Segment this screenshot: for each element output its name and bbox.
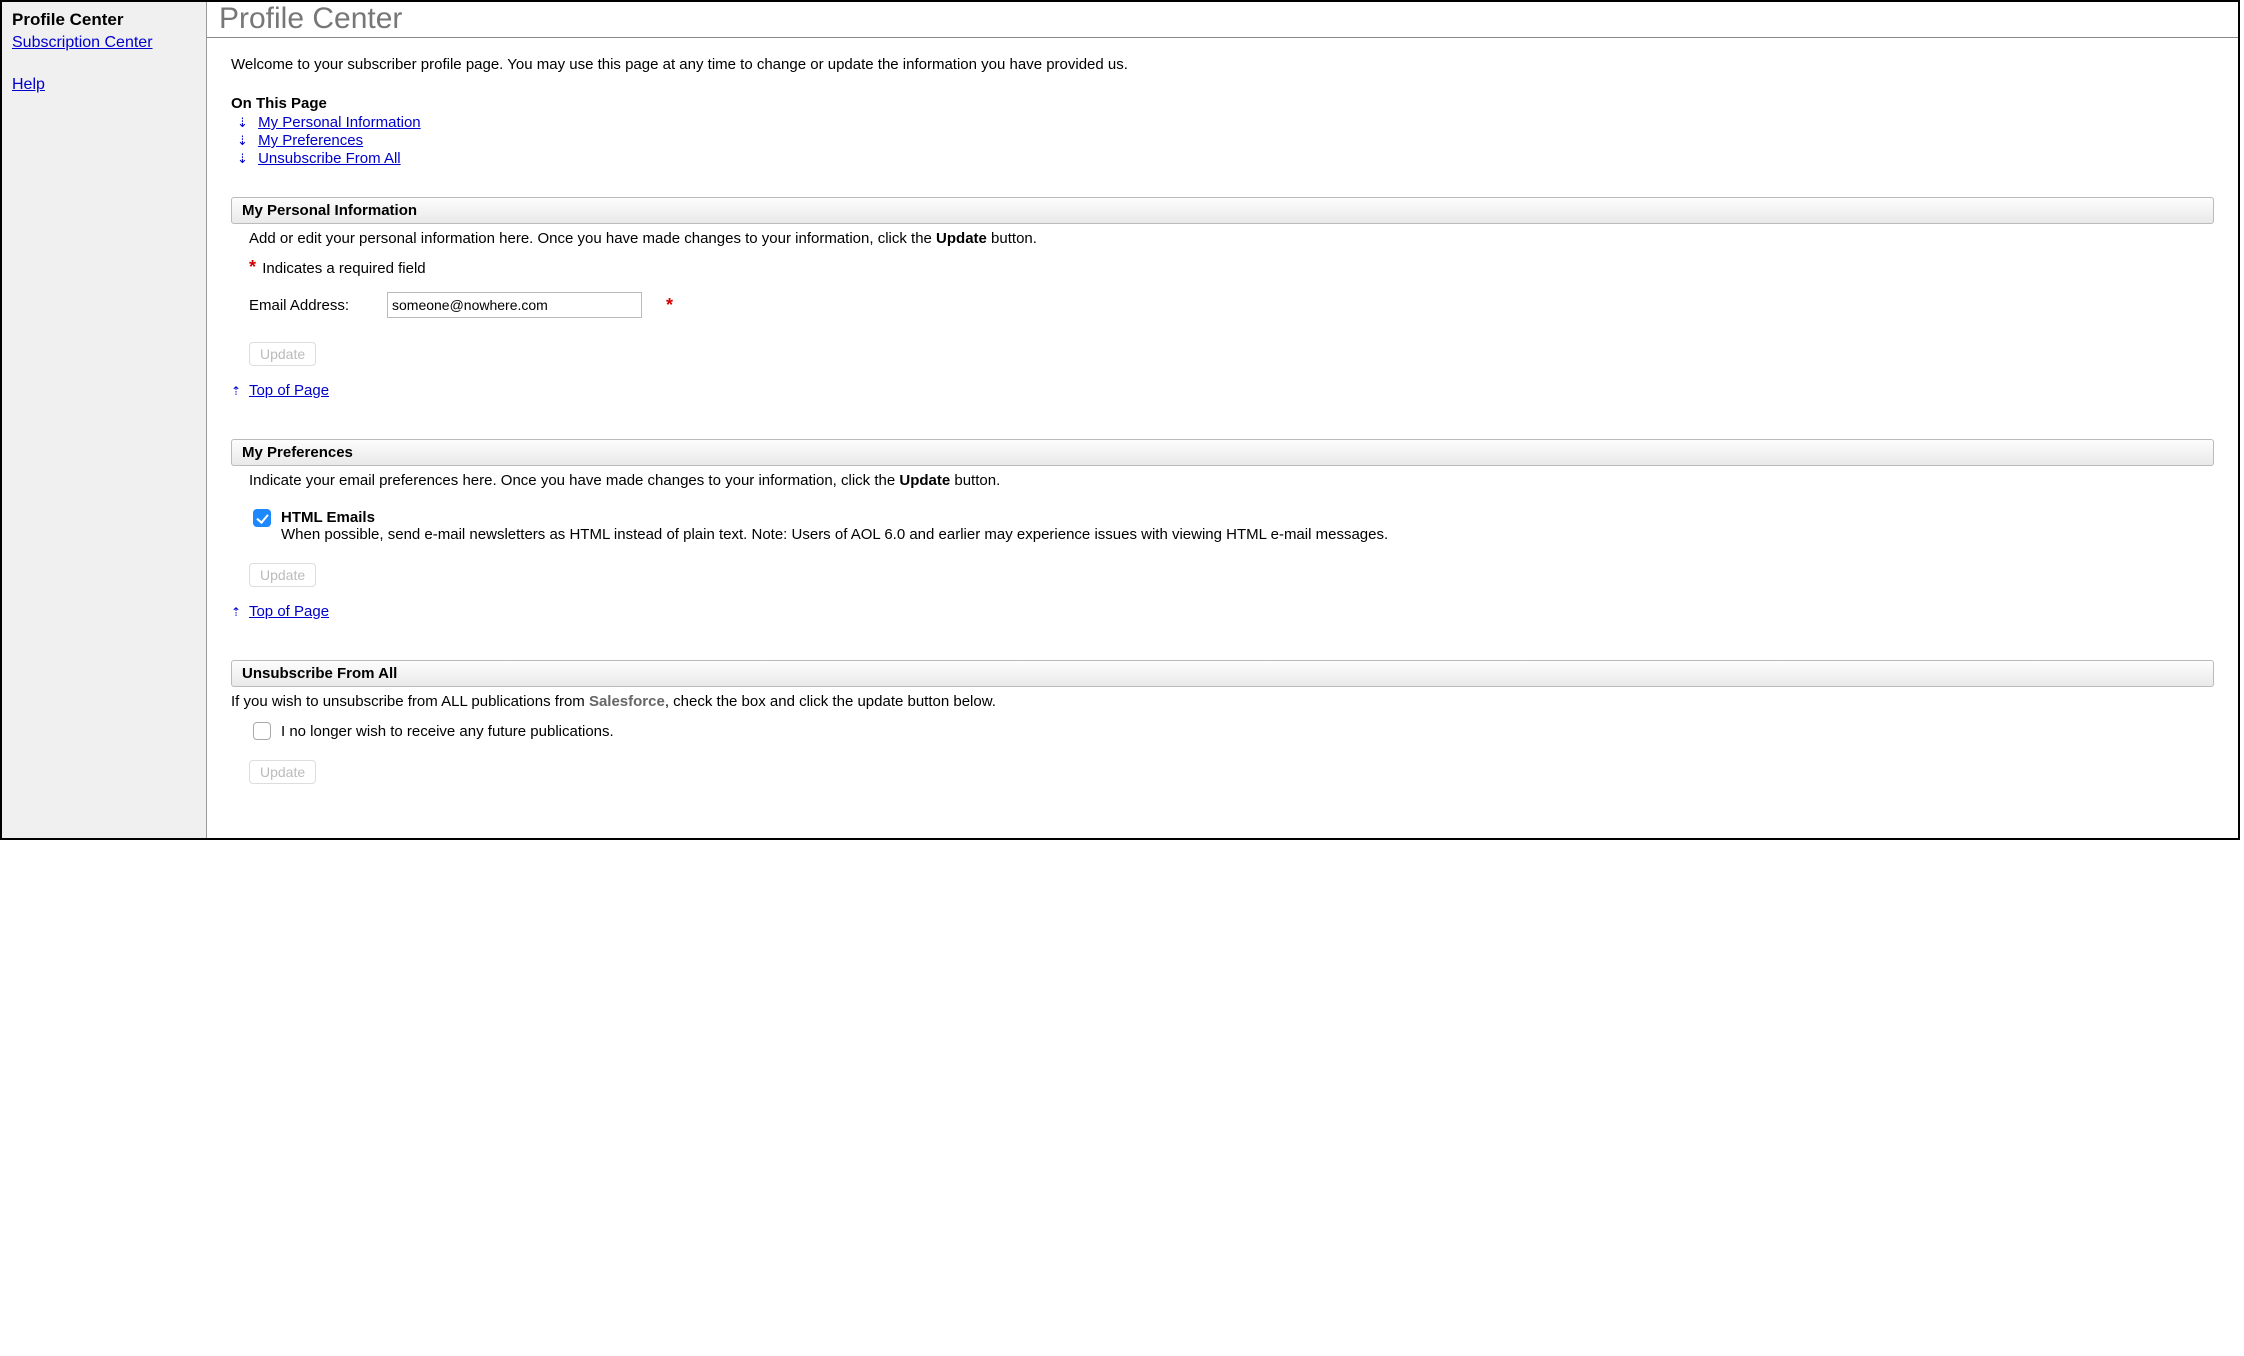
app-frame: Profile Center Subscription Center Help … (0, 0, 2240, 840)
update-preferences-button[interactable]: Update (249, 563, 316, 587)
html-emails-subtitle: When possible, send e-mail newsletters a… (281, 526, 1388, 543)
chevron-down-icon: ⇣ (237, 151, 248, 166)
personal-info-desc: Add or edit your personal information he… (231, 230, 2214, 257)
page-title-bar: Profile Center (207, 2, 2238, 38)
chevron-up-icon: ⇡ (231, 384, 241, 398)
sidebar-title: Profile Center (12, 10, 196, 30)
email-field[interactable] (387, 292, 642, 318)
email-field-label: Email Address: (249, 297, 369, 314)
section-header-unsubscribe: Unsubscribe From All (231, 660, 2214, 687)
unsubscribe-checkbox-label: I no longer wish to receive any future p… (281, 723, 614, 740)
toc-link-preferences[interactable]: My Preferences (258, 132, 363, 149)
main-area: Profile Center Welcome to your subscribe… (207, 2, 2238, 838)
toc-list: ⇣ My Personal Information ⇣ My Preferenc… (237, 114, 2214, 167)
html-emails-preference: HTML Emails When possible, send e-mail n… (231, 499, 2214, 543)
preferences-desc: Indicate your email preferences here. On… (231, 472, 2214, 499)
top-of-page-link[interactable]: Top of Page (249, 603, 329, 620)
welcome-text: Welcome to your subscriber profile page.… (231, 56, 2214, 73)
required-star-icon: * (666, 295, 673, 316)
update-personal-info-button[interactable]: Update (249, 342, 316, 366)
required-star-icon: * (249, 257, 256, 277)
sidebar-link-help[interactable]: Help (12, 76, 45, 94)
toc-link-personal-info[interactable]: My Personal Information (258, 114, 421, 131)
unsubscribe-desc: If you wish to unsubscribe from ALL publ… (231, 693, 2214, 716)
update-unsubscribe-button[interactable]: Update (249, 760, 316, 784)
on-this-page-label: On This Page (231, 95, 2214, 112)
section-header-preferences: My Preferences (231, 439, 2214, 466)
unsubscribe-checkbox[interactable] (253, 722, 271, 740)
email-field-row: Email Address: * (231, 292, 2214, 322)
page-content: Welcome to your subscriber profile page.… (207, 38, 2238, 812)
toc-link-unsubscribe[interactable]: Unsubscribe From All (258, 150, 401, 167)
sidebar: Profile Center Subscription Center Help (2, 2, 207, 838)
html-emails-title: HTML Emails (281, 509, 1388, 526)
chevron-down-icon: ⇣ (237, 133, 248, 148)
required-field-note: * Indicates a required field (231, 257, 2214, 292)
html-emails-checkbox[interactable] (253, 509, 271, 527)
page-title: Profile Center (219, 2, 2226, 35)
chevron-up-icon: ⇡ (231, 605, 241, 619)
section-header-personal-info: My Personal Information (231, 197, 2214, 224)
top-of-page-link[interactable]: Top of Page (249, 382, 329, 399)
sidebar-link-subscription-center[interactable]: Subscription Center (12, 34, 153, 52)
unsubscribe-row: I no longer wish to receive any future p… (231, 716, 2214, 740)
chevron-down-icon: ⇣ (237, 115, 248, 130)
